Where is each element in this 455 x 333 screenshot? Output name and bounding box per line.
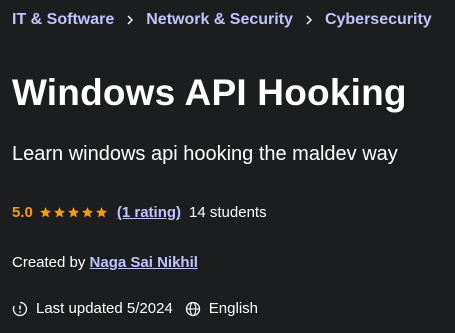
course-title: Windows API Hooking [12, 72, 407, 113]
star-icon [53, 207, 65, 218]
chevron-right-icon [127, 15, 134, 25]
students-count: 14 students [189, 204, 267, 221]
rating-row: 5.0 (1 rating) 14 students [12, 204, 267, 221]
breadcrumb-cybersecurity[interactable]: Cybersecurity [325, 11, 432, 29]
created-by-row: Created by Naga Sai Nikhil [12, 254, 198, 271]
breadcrumb-it-software[interactable]: IT & Software [12, 11, 114, 29]
star-icon [81, 207, 93, 218]
last-updated: Last updated 5/2024 [36, 300, 173, 317]
rating-value: 5.0 [12, 204, 33, 221]
globe-icon [185, 301, 200, 316]
breadcrumb-network-security[interactable]: Network & Security [146, 11, 293, 29]
star-icon [67, 207, 79, 218]
breadcrumb: IT & Software Network & Security Cyberse… [12, 11, 432, 29]
course-header: IT & Software Network & Security Cyberse… [12, 0, 455, 333]
created-by-label: Created by [12, 254, 90, 271]
alert-clock-icon [12, 301, 28, 316]
meta-row: Last updated 5/2024 English [12, 300, 258, 317]
star-icon [95, 207, 107, 218]
chevron-right-icon [306, 15, 312, 25]
rating-count-link[interactable]: (1 rating) [117, 204, 181, 221]
course-subtitle: Learn windows api hooking the maldev way [12, 143, 398, 165]
course-language: English [208, 300, 258, 317]
star-rating [39, 206, 109, 219]
star-icon [39, 207, 51, 218]
author-link[interactable]: Naga Sai Nikhil [90, 254, 198, 271]
